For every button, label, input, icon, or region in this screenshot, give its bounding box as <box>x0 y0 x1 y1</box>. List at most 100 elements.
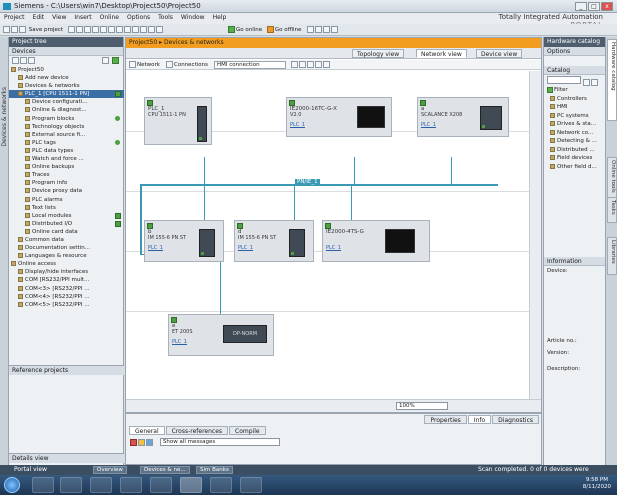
tree-item[interactable]: COM<4> [RS232/PPI ... <box>9 293 124 301</box>
open-project-icon[interactable] <box>11 26 18 33</box>
information-section[interactable]: Information <box>544 257 606 266</box>
tree-item[interactable]: Device configurati... <box>9 98 124 106</box>
menu-insert[interactable]: Insert <box>70 13 95 22</box>
stop-cpu-icon[interactable] <box>323 26 331 33</box>
network-mode-button[interactable]: Network <box>129 61 160 69</box>
cross-reference-icon[interactable] <box>307 26 315 33</box>
device-io2[interactable]: d IM 155-6 PN ST PLC_1 <box>234 220 314 262</box>
download-icon[interactable] <box>131 26 139 33</box>
tab-cross-references[interactable]: Cross-references <box>165 426 229 435</box>
editor-tab-sim-banks[interactable]: Sim Banks <box>196 466 233 474</box>
catalog-item[interactable]: Detecting & ... <box>544 137 605 146</box>
catalog-filter[interactable]: Filter <box>544 86 605 95</box>
start-button-icon[interactable] <box>4 477 20 493</box>
app-taskbar-icon[interactable] <box>120 477 142 493</box>
tree-item[interactable]: Languages & resource <box>9 252 124 260</box>
menu-help[interactable]: Help <box>209 13 231 22</box>
tree-item[interactable]: Text lists <box>9 204 124 212</box>
tab-hardware-catalog[interactable]: Hardware catalog <box>607 39 617 121</box>
tab-libraries[interactable]: Libraries <box>607 237 617 275</box>
tree-item[interactable]: External source fi... <box>9 131 124 139</box>
new-project-icon[interactable] <box>3 26 10 33</box>
tree-item[interactable]: Technology objects <box>9 123 124 131</box>
tree-refresh-icon[interactable] <box>20 57 27 64</box>
undo-icon[interactable] <box>107 26 115 33</box>
tree-item[interactable]: Online backups <box>9 163 124 171</box>
tree-item[interactable]: COM<5> [RS232/PPI ... <box>9 301 124 309</box>
catalog-item[interactable]: Controllers <box>544 95 605 104</box>
portal-view-link[interactable]: Portal view <box>14 466 47 473</box>
zoom-fit-icon[interactable] <box>323 61 330 68</box>
explorer-taskbar-icon[interactable] <box>60 477 82 493</box>
search-up-icon[interactable] <box>590 79 598 86</box>
tree-options-icon[interactable] <box>28 57 35 64</box>
canvas-vertical-scrollbar[interactable] <box>529 71 541 401</box>
catalog-item[interactable]: Other field d... <box>544 163 605 172</box>
device-ie2000b[interactable]: IE2000-4TS-G PLC_1 <box>322 220 430 262</box>
cmd-taskbar-icon[interactable] <box>150 477 172 493</box>
tree-item[interactable]: PLC tags <box>9 139 124 147</box>
delete-icon[interactable] <box>99 26 107 33</box>
tree-home-icon[interactable] <box>12 57 19 64</box>
catalog-item[interactable]: Network co... <box>544 129 605 138</box>
menu-view[interactable]: View <box>48 13 70 22</box>
paste-icon[interactable] <box>91 26 99 33</box>
catalog-section[interactable]: Catalog <box>544 66 605 75</box>
zoom-out-icon[interactable] <box>315 61 322 68</box>
dp-plc-link[interactable]: PLC_1 <box>172 339 187 345</box>
tree-item[interactable]: Distributed I/O <box>9 220 124 228</box>
tab-properties[interactable]: Properties <box>424 415 467 424</box>
menu-edit[interactable]: Edit <box>29 13 49 22</box>
zoom-select[interactable]: 100% <box>396 402 448 410</box>
upload-icon[interactable] <box>139 26 147 33</box>
tree-item[interactable]: Online card data <box>9 228 124 236</box>
menu-window[interactable]: Window <box>177 13 209 22</box>
tab-topology-view[interactable]: Topology view <box>352 49 405 58</box>
tree-item[interactable]: Online & diagnost... <box>9 106 124 114</box>
tree-item[interactable]: COM<3> [RS232/PPI ... <box>9 285 124 293</box>
zoom-in-icon[interactable] <box>307 61 314 68</box>
ie2000-plc-link[interactable]: PLC_1 <box>290 122 305 128</box>
catalog-item[interactable]: HMI <box>544 103 605 112</box>
catalog-item[interactable]: PC systems <box>544 112 605 121</box>
tree-item[interactable]: Device proxy data <box>9 187 124 195</box>
tab-network-view[interactable]: Network view <box>416 49 467 58</box>
tree-item[interactable]: Display/hide interfaces <box>9 268 124 276</box>
tia-portal-taskbar-icon[interactable] <box>180 477 202 493</box>
menu-online[interactable]: Online <box>96 13 123 22</box>
network-taskbar-icon[interactable] <box>240 477 262 493</box>
go-offline-icon[interactable] <box>266 26 274 33</box>
info-filter-icon[interactable] <box>146 438 153 446</box>
tree-item[interactable]: Project50 <box>9 66 124 74</box>
simulation-icon[interactable] <box>147 26 155 33</box>
hmi-plc-link[interactable]: PLC_1 <box>421 122 436 128</box>
warning-filter-icon[interactable] <box>138 438 145 446</box>
tab-diagnostics[interactable]: Diagnostics <box>492 415 539 424</box>
device-plc1[interactable]: PLC_1 CPU 1511-1 PN <box>144 97 212 145</box>
taskbar-clock[interactable]: 9:58 PM 8/11/2020 <box>583 477 611 491</box>
device-io1[interactable]: b IM 155-6 PN ST PLC_1 <box>144 220 224 262</box>
search-icon[interactable] <box>582 79 590 86</box>
print-icon[interactable] <box>67 26 75 33</box>
tree-item[interactable]: Local modules <box>9 212 124 220</box>
tab-device-view[interactable]: Device view <box>476 49 523 58</box>
tree-item[interactable]: Documentation settin... <box>9 244 124 252</box>
tree-item[interactable]: PLC data types <box>9 147 124 155</box>
tree-grid-icon[interactable] <box>102 57 109 64</box>
save-project-button[interactable]: Save project <box>29 27 63 33</box>
editor-tab-overview[interactable]: Overview <box>93 466 127 474</box>
menu-tools[interactable]: Tools <box>154 13 177 22</box>
tree-item[interactable]: Traces <box>9 171 124 179</box>
tree-item[interactable]: Devices & networks <box>9 82 124 90</box>
go-online-icon[interactable] <box>228 26 235 33</box>
error-filter-icon[interactable] <box>130 438 137 446</box>
details-view-header[interactable]: Details view <box>9 453 124 463</box>
tree-item[interactable]: Online access <box>9 260 124 268</box>
catalog-item[interactable]: Drives & sta... <box>544 120 605 129</box>
tree-item[interactable]: Program blocks <box>9 115 124 123</box>
go-online-button[interactable]: Go online <box>236 27 262 33</box>
go-offline-button[interactable]: Go offline <box>275 27 301 33</box>
tree-item[interactable]: Common data <box>9 236 124 244</box>
cut-icon[interactable] <box>75 26 83 33</box>
devices-tab[interactable]: Devices <box>9 47 123 56</box>
